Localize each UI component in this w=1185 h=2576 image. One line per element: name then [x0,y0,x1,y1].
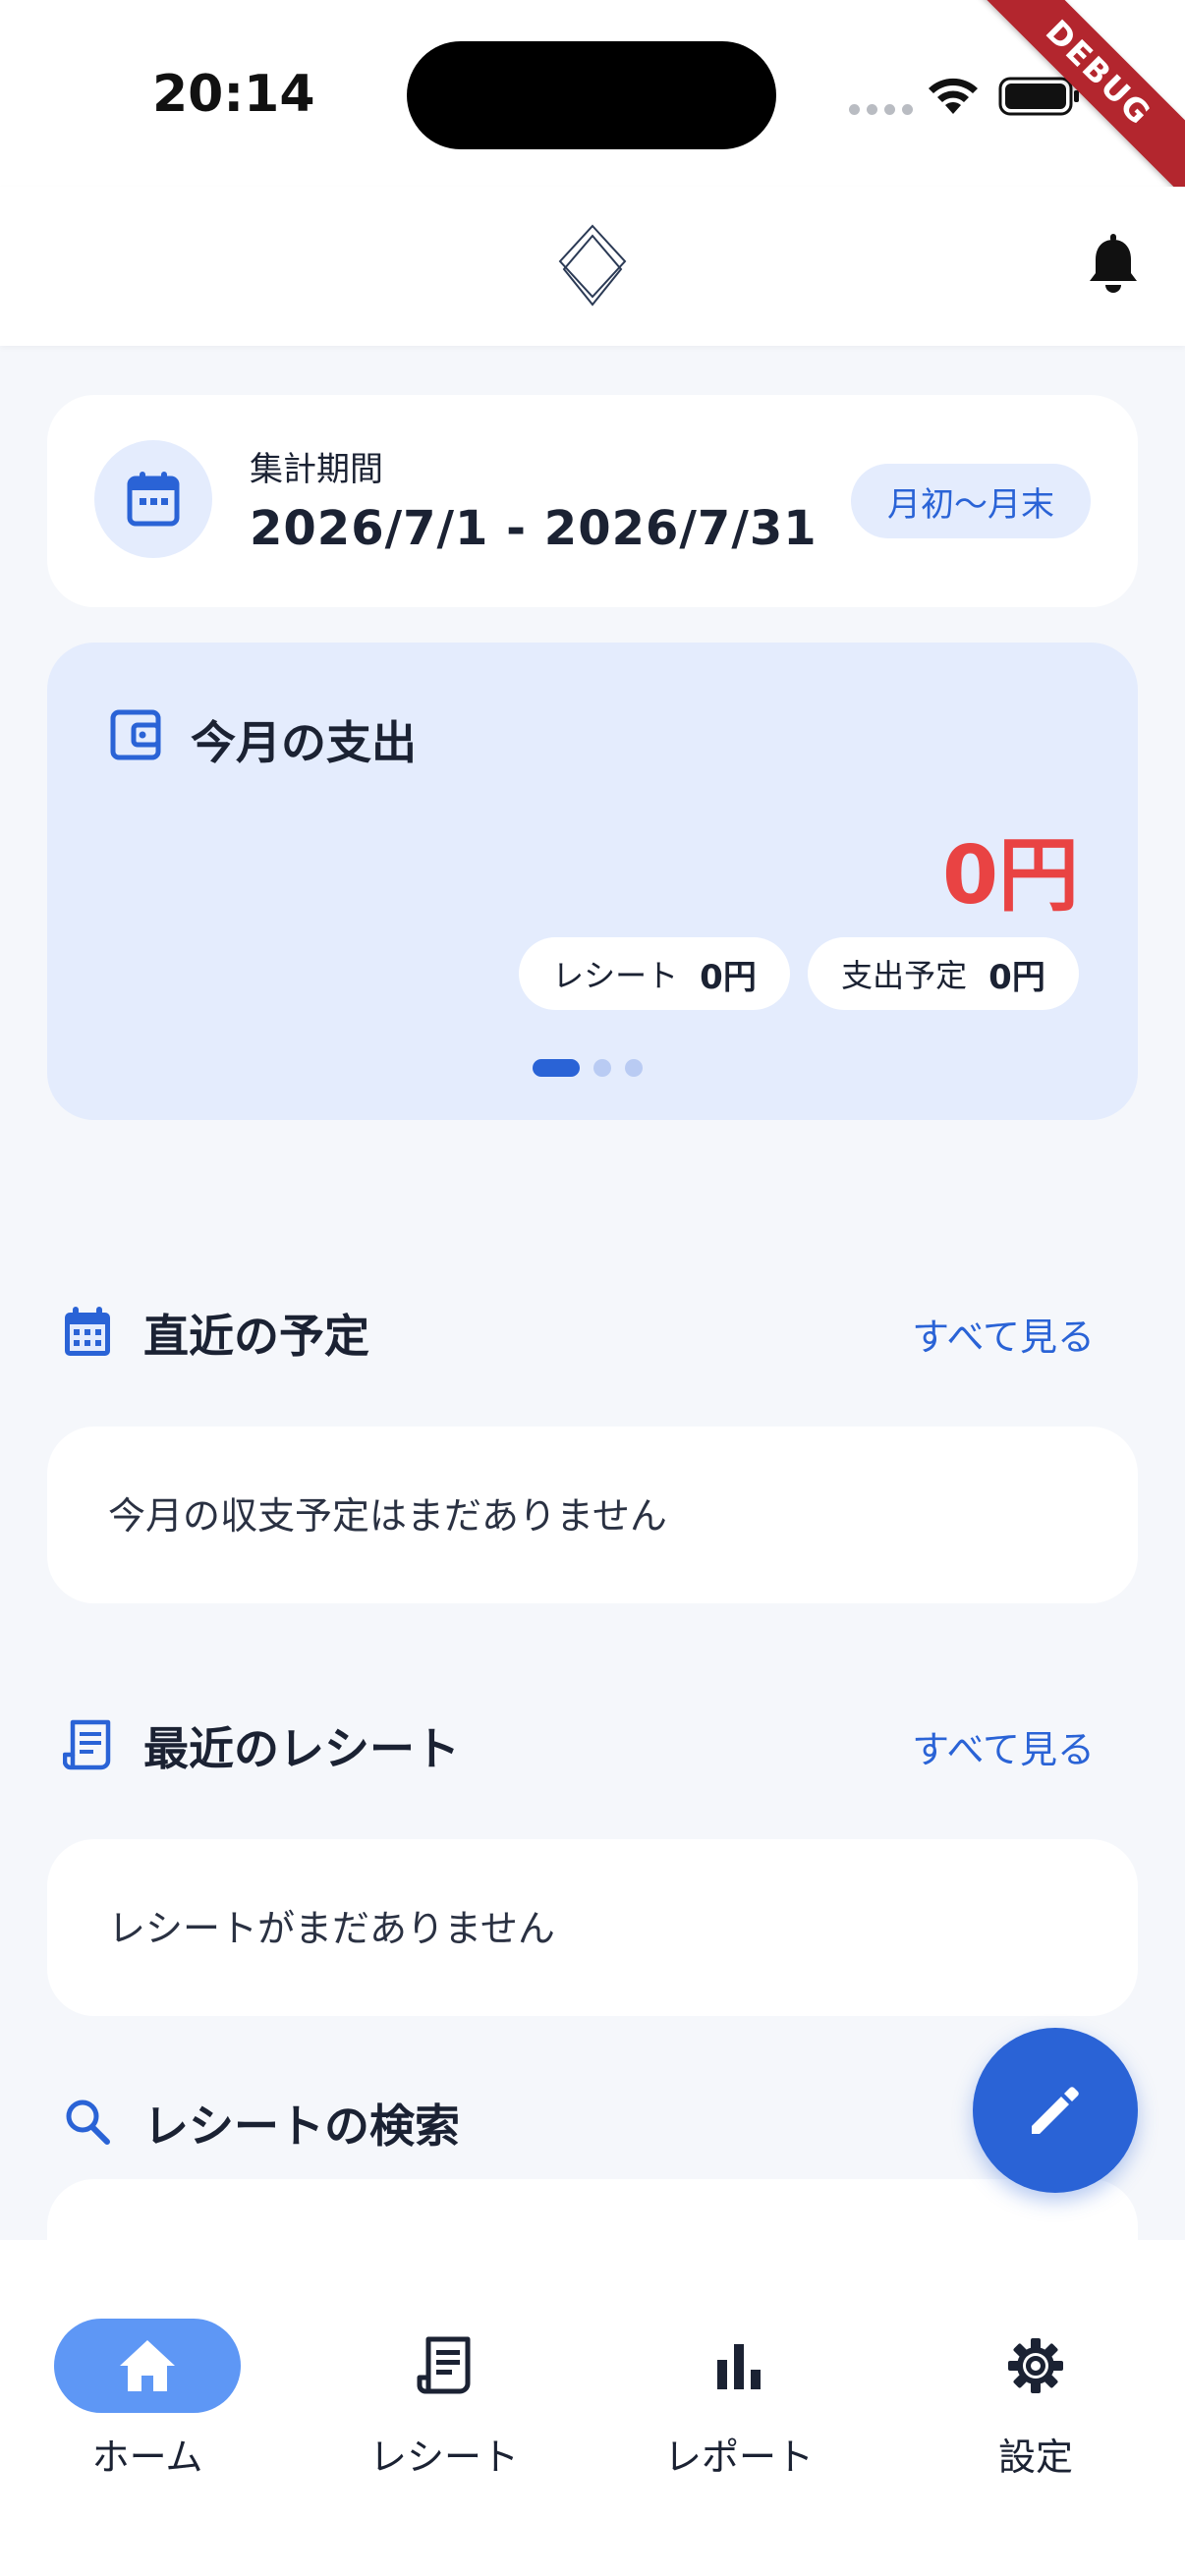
upcoming-section-header: 直近の予定 すべて見る [63,1297,1095,1366]
calendar-icon [127,472,180,527]
receipts-section-header: 最近のレシート すべて見る [63,1709,1095,1778]
nav-receipt-label: レシート [368,2436,519,2479]
page-indicator[interactable] [533,1059,643,1077]
battery-icon [998,77,1079,116]
status-time: 20:14 [152,65,315,124]
gear-icon [1008,2338,1063,2393]
nav-home-label: ホーム [91,2436,203,2479]
bell-icon[interactable] [1085,234,1142,297]
upcoming-see-all-link[interactable]: すべて見る [912,1307,1095,1361]
period-type-chip[interactable]: 月初〜月末 [851,464,1091,538]
search-section-header: レシートの検索 [63,2087,1095,2156]
bottom-navigation: ホーム レシート レポート 設定 [0,2240,1185,2576]
receipts-see-all-link[interactable]: すべて見る [912,1719,1095,1773]
bar-chart-icon [717,2344,761,2389]
receipt-icon [63,1719,111,1770]
page-dot[interactable] [625,1059,643,1077]
page-dot[interactable] [593,1059,611,1077]
receipts-title: 最近のレシート [143,1722,460,1775]
period-label: 集計期間 [250,450,383,489]
cellular-signal-icon [849,104,913,115]
nav-item-settings[interactable]: 設定 [918,2279,1154,2479]
planned-total-pill: 支出予定 0円 [808,937,1079,1010]
nav-report-label: レポート [663,2436,814,2479]
planned-total-label: 支出予定 [841,957,968,994]
period-card[interactable]: 集計期間 2026/7/1 - 2026/7/31 月初〜月末 [47,395,1138,607]
nav-settings-label: 設定 [997,2436,1073,2479]
upcoming-empty-card: 今月の収支予定はまだありません [47,1427,1138,1603]
monthly-spend-card[interactable]: 今月の支出 0円 レシート 0円 支出予定 0円 [47,643,1138,1120]
nav-receipt-icon-wrap [351,2319,537,2413]
period-icon-circle [94,440,212,558]
wifi-icon [929,78,978,114]
nav-home-indicator [54,2319,241,2413]
status-bar: 20:14 DEBUG [0,0,1185,218]
spend-title: 今月の支出 [191,716,417,769]
diamond-logo-icon [558,224,627,307]
receipts-empty-card: レシートがまだありません [47,1839,1138,2016]
spend-total: 0円 [941,829,1079,923]
receipt-total-value: 0円 [700,957,757,997]
planned-total-value: 0円 [988,957,1045,997]
receipts-empty-text: レシートがまだありません [108,1907,555,1950]
nav-settings-icon-wrap [942,2319,1129,2413]
edit-fab-button[interactable] [973,2028,1138,2193]
home-icon [120,2340,175,2391]
nav-item-home[interactable]: ホーム [29,2279,265,2479]
receipt-total-pill: レシート 0円 [519,937,790,1010]
period-range: 2026/7/1 - 2026/7/31 [250,501,818,556]
upcoming-title: 直近の予定 [143,1310,369,1363]
dynamic-island [407,41,776,149]
receipt-icon [417,2336,471,2394]
nav-item-receipt[interactable]: レシート [326,2279,562,2479]
pencil-icon [1032,2087,1079,2134]
app-header [0,187,1185,346]
wallet-icon [110,709,161,760]
search-icon [66,2100,110,2145]
page-dot-active[interactable] [533,1059,580,1077]
calendar-grid-icon [65,1307,110,1356]
upcoming-empty-text: 今月の収支予定はまだありません [108,1494,667,1538]
receipt-total-label: レシート [552,957,679,994]
search-title: レシートの検索 [143,2100,460,2153]
nav-item-report[interactable]: レポート [621,2279,857,2479]
nav-report-icon-wrap [646,2319,832,2413]
